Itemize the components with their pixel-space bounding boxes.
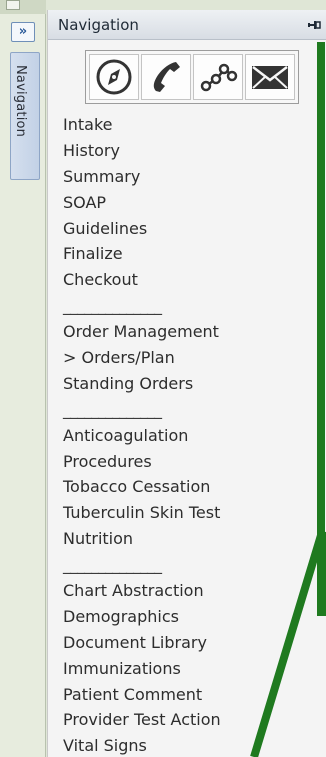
nav-item[interactable]: > Orders/Plan xyxy=(63,345,313,371)
phone-button[interactable] xyxy=(141,54,191,100)
nav-item[interactable]: SOAP xyxy=(63,190,313,216)
expand-panel-button[interactable]: » xyxy=(11,22,35,42)
nav-item[interactable]: Summary xyxy=(63,164,313,190)
nav-item[interactable]: Standing Orders xyxy=(63,371,313,397)
nav-item[interactable]: Vital Signs xyxy=(63,733,313,757)
panel-header: Navigation xyxy=(48,10,326,40)
nav-item[interactable]: Tobacco Cessation xyxy=(63,474,313,500)
nav-item[interactable]: Provider Test Action xyxy=(63,707,313,733)
nav-item[interactable]: Document Library xyxy=(63,630,313,656)
panel-title: Navigation xyxy=(58,16,139,34)
nav-separator: ______________ xyxy=(63,555,162,575)
nav-separator: ______________ xyxy=(63,296,162,316)
nav-separator: ______________ xyxy=(63,399,162,419)
workflow-button[interactable] xyxy=(193,54,243,100)
navigation-panel: Navigation Intake History Summary SOAP G… xyxy=(47,10,326,757)
nav-item[interactable]: Patient Comment xyxy=(63,682,313,708)
pin-icon[interactable] xyxy=(307,17,321,31)
phone-icon xyxy=(146,57,186,97)
nav-item[interactable]: Finalize xyxy=(63,241,313,267)
side-rail: » Navigation xyxy=(0,0,46,757)
nav-list: Intake History Summary SOAP Guidelines F… xyxy=(63,112,313,757)
window-corner xyxy=(6,0,20,10)
mail-button[interactable] xyxy=(245,54,295,100)
nav-item[interactable]: Immunizations xyxy=(63,656,313,682)
workflow-icon xyxy=(198,57,238,97)
nav-item[interactable]: Guidelines xyxy=(63,216,313,242)
navigation-side-tab-label: Navigation xyxy=(13,65,28,138)
nav-item[interactable]: Nutrition xyxy=(63,526,313,552)
envelope-icon xyxy=(249,57,291,97)
nav-item[interactable]: History xyxy=(63,138,313,164)
rail-top-strip xyxy=(0,0,46,14)
nav-item[interactable]: Order Management xyxy=(63,319,313,345)
navigation-side-tab[interactable]: Navigation xyxy=(10,52,40,180)
compass-icon xyxy=(94,57,134,97)
nav-item[interactable]: Demographics xyxy=(63,604,313,630)
nav-toolbar xyxy=(85,50,299,104)
nav-item[interactable]: Tuberculin Skin Test xyxy=(63,500,313,526)
nav-item[interactable]: Intake xyxy=(63,112,313,138)
compass-button[interactable] xyxy=(89,54,139,100)
nav-item[interactable]: Checkout xyxy=(63,267,313,293)
nav-item[interactable]: Procedures xyxy=(63,449,313,475)
nav-item[interactable]: Chart Abstraction xyxy=(63,578,313,604)
nav-item[interactable]: Anticoagulation xyxy=(63,423,313,449)
